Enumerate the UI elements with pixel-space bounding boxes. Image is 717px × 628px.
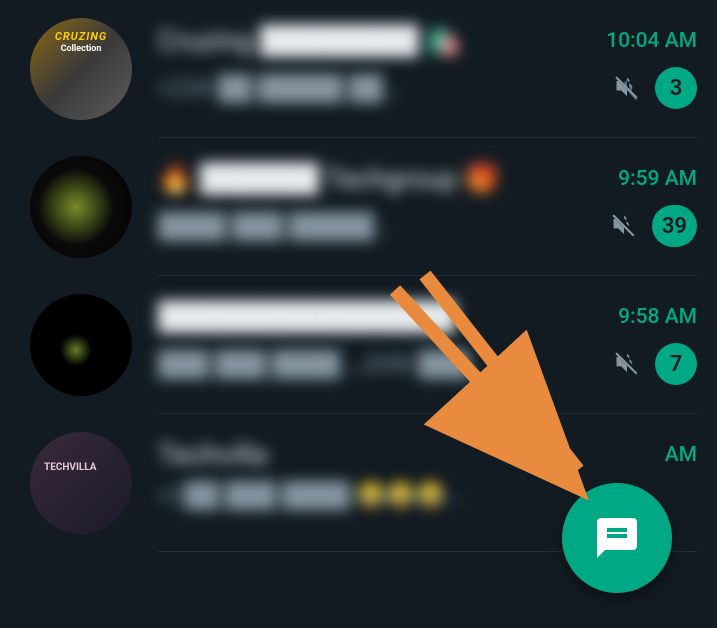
chat-header: ███████████████ 9:58 AM	[158, 300, 697, 333]
chat-time: 9:58 AM	[618, 305, 697, 329]
muted-icon	[613, 350, 641, 378]
new-chat-button[interactable]	[562, 483, 672, 593]
chat-snippet: +234 ██ █████ ██...	[158, 74, 402, 103]
unread-badge: 39	[652, 205, 697, 247]
chat-header: Cruzing ████████ 🛍️ 10:04 AM	[158, 24, 697, 57]
muted-icon	[613, 74, 641, 102]
chat-time: 10:04 AM	[606, 29, 697, 53]
unread-badge: 7	[655, 343, 697, 385]
avatar[interactable]	[30, 156, 132, 258]
chat-title: 🔥 ██████ Techgroup 🎁	[158, 162, 499, 195]
chat-item[interactable]: Cruzing ████████ 🛍️ 10:04 AM +234 ██ ███…	[0, 0, 717, 138]
chat-content: 🔥 ██████ Techgroup 🎁 9:59 AM ████ ███ ██…	[158, 156, 697, 247]
avatar[interactable]	[30, 432, 132, 534]
chat-snippet: ████ ███ █████...	[158, 212, 393, 241]
chat-meta: 39	[610, 205, 697, 247]
chat-item[interactable]: ███████████████ 9:58 AM ███ ███ ████...J…	[0, 276, 717, 414]
chat-list: Cruzing ████████ 🛍️ 10:04 AM +234 ██ ███…	[0, 0, 717, 552]
avatar[interactable]	[30, 18, 132, 120]
chat-header: 🔥 ██████ Techgroup 🎁 9:59 AM	[158, 162, 697, 195]
chat-icon	[593, 514, 641, 562]
chat-time: 9:59 AM	[618, 167, 697, 191]
chat-header: Techvilla AM	[158, 438, 697, 471]
chat-snippet-row: ███ ███ ████...JOIN ███... 7	[158, 343, 697, 385]
chat-meta: 3	[613, 67, 697, 109]
chat-meta: 7	[613, 343, 697, 385]
chat-item[interactable]: 🔥 ██████ Techgroup 🎁 9:59 AM ████ ███ ██…	[0, 138, 717, 276]
muted-icon	[610, 212, 638, 240]
chat-title: Cruzing ████████ 🛍️	[158, 24, 461, 57]
chat-snippet-row: ████ ███ █████... 39	[158, 205, 697, 247]
chat-title: Techvilla	[158, 438, 268, 471]
chat-snippet-row: +234 ██ █████ ██... 3	[158, 67, 697, 109]
chat-content: Cruzing ████████ 🛍️ 10:04 AM +234 ██ ███…	[158, 18, 697, 109]
unread-badge: 3	[655, 67, 697, 109]
chat-time: AM	[665, 443, 697, 467]
chat-snippet: +2██ ███ ████ 😂😂😂...	[158, 481, 465, 510]
chat-snippet: ███ ███ ████...JOIN ███...	[158, 350, 488, 379]
chat-title: ███████████████	[158, 300, 456, 333]
chat-content: ███████████████ 9:58 AM ███ ███ ████...J…	[158, 294, 697, 385]
avatar[interactable]	[30, 294, 132, 396]
